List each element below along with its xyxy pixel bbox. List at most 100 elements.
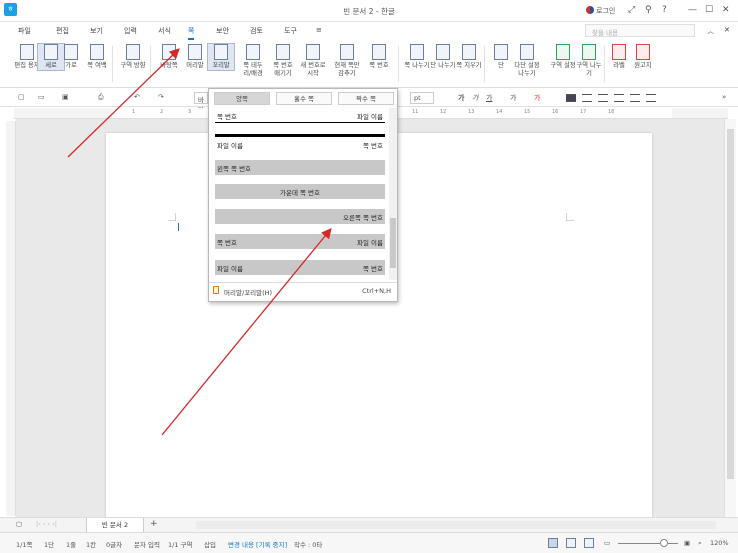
column-break-button[interactable]: 단 나누기 <box>430 44 456 70</box>
web-view-icon[interactable] <box>584 538 594 548</box>
landscape-button[interactable]: 가로 <box>58 44 84 70</box>
new-doc-icon[interactable]: ▢ <box>18 93 25 101</box>
new-number-button[interactable]: 새 번호로 시작 <box>300 44 326 78</box>
magnifier-icon[interactable]: ⌕ <box>698 539 702 548</box>
menu-format[interactable]: 서식 <box>158 26 171 36</box>
tab-odd-pages[interactable]: 홀수 쪽 <box>276 92 332 105</box>
share-icon[interactable]: ⤢ <box>628 5 635 15</box>
hide-page-button[interactable]: 현재 쪽만 감추기 <box>334 44 360 78</box>
maximize-icon[interactable]: ☐ <box>705 5 713 15</box>
close-icon[interactable]: ✕ <box>722 5 730 15</box>
page-border-button[interactable]: 쪽 테두리/배경 <box>240 44 266 78</box>
delete-page-button[interactable]: 쪽 지우기 <box>456 44 482 70</box>
page-number-format-button[interactable]: 쪽 번호 <box>366 44 392 70</box>
status-track-changes[interactable]: 변경 내용 [기록 중지] <box>228 539 287 549</box>
tab-both-pages[interactable]: 양쪽 <box>214 92 270 105</box>
menu-view[interactable]: 보기 <box>90 26 103 36</box>
page-view-icon[interactable] <box>566 538 576 548</box>
footer-option-3[interactable]: 왼쪽 쪽 번호 <box>215 160 385 175</box>
align-distribute-icon[interactable] <box>630 94 640 102</box>
print-icon[interactable]: ⎙ <box>98 93 104 102</box>
minimize-icon[interactable]: — <box>688 5 697 15</box>
page-margin-button[interactable]: 쪽 여백 <box>84 44 110 70</box>
horizontal-scrollbar[interactable] <box>196 521 716 529</box>
add-tab-button[interactable]: + <box>150 519 158 529</box>
align-left-icon[interactable] <box>582 94 592 102</box>
page-number-button[interactable]: 쪽 번호 매기기 <box>270 44 296 78</box>
zoom-in-icon[interactable]: ▣ <box>684 539 690 547</box>
menu-security[interactable]: 보안 <box>216 26 229 36</box>
status-words: 작수 : 0타 <box>294 541 323 549</box>
zoom-knob[interactable] <box>660 539 668 547</box>
italic-icon[interactable]: 가 <box>472 93 478 103</box>
manuscript-button[interactable]: 원고지 <box>630 44 656 70</box>
align-right-icon[interactable] <box>614 94 624 102</box>
open-icon[interactable]: ▭ <box>38 93 45 101</box>
footer-option-4[interactable]: 가운데 쪽 번호 <box>215 184 385 199</box>
vertical-ruler[interactable] <box>6 121 16 516</box>
tab-list-icon[interactable]: ▢ <box>16 520 22 528</box>
multi-column-button[interactable]: 다단 설정 나누기 <box>514 44 540 78</box>
footer-option-7[interactable]: 파일 이름 쪽 번호 <box>215 260 385 275</box>
unit-select[interactable]: pt <box>410 92 434 104</box>
status-insert[interactable]: 삽입 <box>204 539 216 549</box>
align-center-icon[interactable] <box>598 94 608 102</box>
menu-review[interactable]: 검토 <box>250 26 263 36</box>
menu-tools[interactable]: 도구 <box>284 26 297 36</box>
ribbon-label: 꼬리말 <box>212 62 230 69</box>
master-page-button[interactable]: 바탕쪽 <box>156 44 182 70</box>
normal-view-icon[interactable] <box>548 538 558 548</box>
header-button[interactable]: 머리말 <box>182 44 208 70</box>
align-justify-icon[interactable] <box>566 94 576 102</box>
style-select[interactable]: 바탕 <box>194 92 208 114</box>
section-setup-button[interactable]: 구역 설정 <box>550 44 576 70</box>
menu-page[interactable]: 쪽 <box>188 26 195 40</box>
login-button[interactable]: 로그인 <box>586 6 615 16</box>
dropdown-scrollbar[interactable] <box>389 108 397 280</box>
ruler-number: 18 <box>608 109 615 115</box>
redo-icon[interactable]: ↷ <box>158 93 164 101</box>
zoom-level[interactable]: 120% <box>710 539 729 547</box>
section-break-button[interactable]: 구역 나누기 <box>576 44 602 78</box>
tab-even-pages[interactable]: 짝수 쪽 <box>338 92 394 105</box>
zoom-slider[interactable] <box>618 543 678 544</box>
undo-icon[interactable]: ↶ <box>134 93 140 101</box>
section-direction-button[interactable]: 구역 방향 <box>120 44 146 70</box>
save-icon[interactable]: ▣ <box>62 93 69 101</box>
header-footer-settings-item[interactable]: 머리말/꼬리말(H) Ctrl+N,H <box>209 282 397 297</box>
search-input[interactable]: 찾을 내용 <box>585 24 695 37</box>
footer-option-2[interactable]: 파일 이름 쪽 번호 <box>215 134 385 150</box>
underline-icon[interactable]: 가 <box>486 93 492 103</box>
vertical-scrollbar[interactable] <box>724 119 736 517</box>
columns-button[interactable]: 단 <box>488 44 514 70</box>
pin-icon[interactable]: ⚲ <box>645 5 652 15</box>
footer-option-6[interactable]: 쪽 번호 파일 이름 <box>215 234 385 249</box>
more-menu-icon[interactable]: ≡ <box>316 26 322 34</box>
delete-page-icon <box>462 44 476 60</box>
scroll-thumb[interactable] <box>727 129 734 479</box>
align-divide-icon[interactable] <box>646 94 656 102</box>
font-color-icon[interactable]: 가 <box>534 93 540 103</box>
dropdown-scroll-thumb[interactable] <box>390 218 396 268</box>
settings-shortcut: Ctrl+N,H <box>362 287 391 295</box>
label-button[interactable]: 라벨 <box>606 44 632 70</box>
page-break-button[interactable]: 쪽 나누기 <box>404 44 430 70</box>
doc-tab[interactable]: 빈 문서 2 <box>86 518 144 533</box>
footer-button[interactable]: 꼬리말 <box>207 43 235 71</box>
tab-nav-icons[interactable]: |‹ ‹ › ›| <box>36 520 57 528</box>
menu-edit[interactable]: 편집 <box>56 26 69 36</box>
menu-insert[interactable]: 입력 <box>124 26 137 36</box>
help-icon[interactable]: ? <box>662 5 667 15</box>
bold-icon[interactable]: 가 <box>458 93 464 103</box>
footer-option-1[interactable]: 쪽 번호 파일 이름 <box>215 108 385 123</box>
zoom-out-icon[interactable]: ▭ <box>604 539 610 547</box>
footer-option-5[interactable]: 오른쪽 쪽 번호 <box>215 209 385 224</box>
menu-file[interactable]: 파일 <box>18 26 31 36</box>
ruler-number: 2 <box>160 109 164 115</box>
more-tools-icon[interactable]: » <box>722 93 726 101</box>
page-setup-button[interactable]: 편집 용지 <box>14 44 40 70</box>
close-doc-icon[interactable]: ✕ <box>724 26 730 34</box>
collapse-ribbon-icon[interactable]: ︿ <box>707 26 714 36</box>
ribbon-separator <box>484 46 485 82</box>
strikethrough-icon[interactable]: 가 <box>510 93 516 103</box>
